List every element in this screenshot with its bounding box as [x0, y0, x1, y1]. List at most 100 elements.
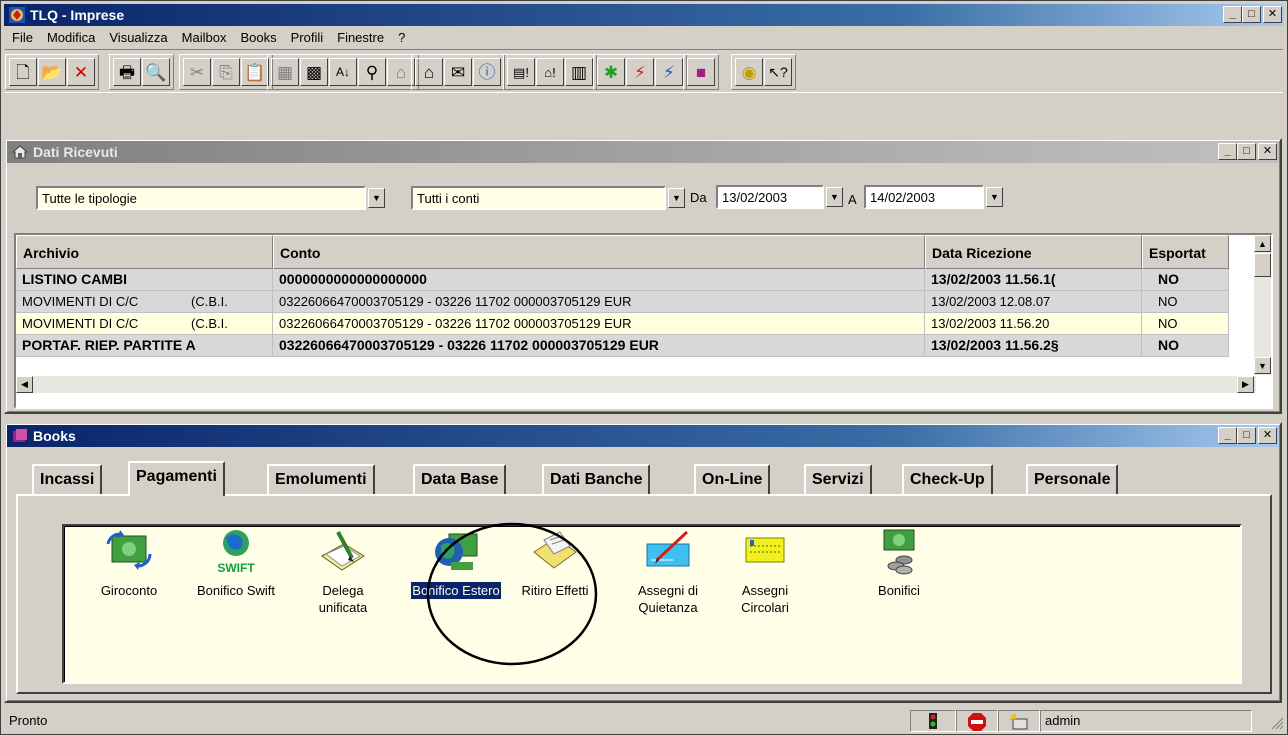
scroll-left-icon[interactable]: ◀ [16, 376, 33, 393]
conto-select[interactable]: Tutti i conti [411, 186, 666, 210]
scroll-thumb[interactable] [1254, 253, 1271, 277]
dati-ricevuti-title-bar[interactable]: Dati Ricevuti _ □ ✕ [7, 141, 1279, 163]
tab-check-up[interactable]: Check-Up [902, 464, 993, 494]
horizontal-scrollbar[interactable]: ◀ ▶ [16, 376, 1256, 393]
swift-icon-text: SWIFT [217, 561, 255, 575]
minimize-button[interactable]: _ [1223, 6, 1242, 23]
minimize-button[interactable]: _ [1218, 143, 1237, 160]
maximize-button[interactable]: □ [1237, 143, 1256, 160]
bonifici-label: Bonifici [878, 583, 920, 598]
minimize-button[interactable]: _ [1218, 427, 1237, 444]
tipologia-dropdown-arrow-icon[interactable]: ▼ [368, 188, 385, 208]
alert-home-icon[interactable]: ⌂! [536, 58, 564, 86]
a-label: A [848, 192, 857, 207]
print-icon[interactable]: 🖶 [113, 58, 141, 86]
menu-visualizza[interactable]: Visualizza [102, 30, 174, 45]
tab-personale[interactable]: Personale [1026, 464, 1119, 494]
books-icon[interactable]: ■ [687, 58, 715, 86]
menu-help[interactable]: ? [391, 30, 412, 45]
column-header-esportato[interactable]: Esportat [1142, 235, 1229, 269]
new-file-icon[interactable]: 🗋 [9, 58, 37, 86]
cell-data: 13/02/2003 11.56.20 [925, 313, 1142, 335]
giroconto-tile[interactable]: Giroconto [84, 526, 174, 599]
assegni-quietanza-tile[interactable]: Assegni di Quietanza [618, 526, 718, 616]
new-folder-icon[interactable] [1009, 713, 1029, 731]
assegni-quietanza-label: Assegni di [638, 583, 698, 598]
maximize-button[interactable]: □ [1242, 6, 1261, 23]
maximize-button[interactable]: □ [1237, 427, 1256, 444]
delega-unificata-tile[interactable]: Delega unificata [298, 526, 388, 616]
menu-books[interactable]: Books [233, 30, 283, 45]
menu-mailbox[interactable]: Mailbox [175, 30, 234, 45]
app-title: TLQ - Imprese [30, 7, 125, 23]
toolbar-group-help: ◉ ↖? [731, 54, 796, 90]
close-button[interactable]: ✕ [1258, 143, 1277, 160]
column-header-conto[interactable]: Conto [273, 235, 925, 269]
receive-icon[interactable]: ⚡ [626, 58, 654, 86]
resize-grip-icon[interactable] [1270, 716, 1284, 730]
table-row[interactable]: MOVIMENTI DI C/C (C.B.I. 03226066470003705… [16, 313, 1229, 335]
date-to-dropdown-icon[interactable]: ▼ [986, 187, 1003, 207]
bonifico-swift-label: Bonifico Swift [196, 583, 276, 598]
delega-label-line2: unificata [318, 600, 368, 615]
new-item-pane [998, 710, 1040, 732]
open-folder-icon[interactable]: 📂 [38, 58, 66, 86]
bonifici-tile[interactable]: Bonifici [854, 526, 944, 599]
menu-profili[interactable]: Profili [284, 30, 331, 45]
vertical-scrollbar[interactable]: ▲ ▼ [1254, 235, 1271, 375]
assegni-circolari-tile[interactable]: Assegni Circolari [720, 526, 810, 616]
tab-servizi[interactable]: Servizi [804, 464, 872, 494]
scroll-up-icon[interactable]: ▲ [1254, 235, 1271, 252]
sort-icon[interactable]: A↓ [329, 58, 357, 86]
menu-modifica[interactable]: Modifica [40, 30, 102, 45]
tab-incassi[interactable]: Incassi [32, 464, 103, 494]
table-row[interactable]: MOVIMENTI DI C/C (C.B.I. 03226066470003705… [16, 291, 1229, 313]
conto-dropdown-arrow-icon[interactable]: ▼ [668, 188, 685, 208]
column-header-archivio[interactable]: Archivio [16, 235, 273, 269]
menu-file[interactable]: File [5, 30, 40, 45]
stop-icon[interactable] [968, 713, 986, 731]
scroll-right-icon[interactable]: ▶ [1237, 376, 1254, 393]
alert-message-icon[interactable]: ▤! [507, 58, 535, 86]
close-button[interactable]: ✕ [1258, 427, 1277, 444]
date-to-field[interactable]: 14/02/2003 [864, 185, 984, 209]
cheque-icon [646, 530, 690, 567]
copy-icon[interactable]: ⎘ [212, 58, 240, 86]
context-help-icon[interactable]: ↖? [764, 58, 792, 86]
paste-icon[interactable]: 📋 [241, 58, 269, 86]
send-icon[interactable]: ⚡ [655, 58, 683, 86]
close-button[interactable]: ✕ [1263, 6, 1282, 23]
mail-icon[interactable]: ✉ [444, 58, 472, 86]
tab-on-line[interactable]: On-Line [694, 464, 771, 494]
delete-icon[interactable]: ✕ [67, 58, 95, 86]
date-from-dropdown-icon[interactable]: ▼ [826, 187, 843, 207]
filter-clear-icon[interactable]: ▩ [300, 58, 328, 86]
find-icon[interactable]: ⚲ [358, 58, 386, 86]
column-header-data-ricezione[interactable]: Data Ricezione [925, 235, 1142, 269]
print-preview-icon[interactable]: 🔍 [142, 58, 170, 86]
help-book-icon[interactable]: ◉ [735, 58, 763, 86]
delega-icon [321, 531, 365, 571]
app-logo-icon [9, 7, 25, 23]
tab-dati-banche[interactable]: Dati Banche [542, 464, 651, 494]
tipologia-select[interactable]: Tutte le tipologie [36, 186, 366, 210]
date-from-field[interactable]: 13/02/2003 [716, 185, 824, 209]
cut-icon[interactable]: ✂ [183, 58, 211, 86]
received-data-icon[interactable]: ⌂ [415, 58, 443, 86]
tab-emolumenti[interactable]: Emolumenti [267, 464, 375, 494]
document-icon[interactable]: ▥ [565, 58, 593, 86]
conto-value: Tutti i conti [417, 191, 480, 206]
menu-finestre[interactable]: Finestre [330, 30, 391, 45]
tab-data-base[interactable]: Data Base [413, 464, 507, 494]
scroll-down-icon[interactable]: ▼ [1254, 357, 1271, 374]
connect-icon[interactable]: ✱ [597, 58, 625, 86]
filter-icon[interactable]: ▦ [271, 58, 299, 86]
table-row[interactable]: LISTINO CAMBI 0000000000000000000 13/02/20… [16, 269, 1229, 291]
status-text: Pronto [9, 713, 48, 728]
table-row[interactable]: PORTAF. RIEP. PARTITE A 03226066470003705… [16, 335, 1229, 357]
info-icon[interactable]: ⓘ [473, 58, 501, 86]
books-title-bar[interactable]: Books _ □ ✕ [7, 425, 1279, 447]
tab-pagamenti[interactable]: Pagamenti [128, 461, 225, 496]
bonifico-swift-tile[interactable]: SWIFT Bonifico Swift [191, 526, 281, 599]
main-title-bar[interactable]: TLQ - Imprese _ □ ✕ [4, 4, 1284, 26]
